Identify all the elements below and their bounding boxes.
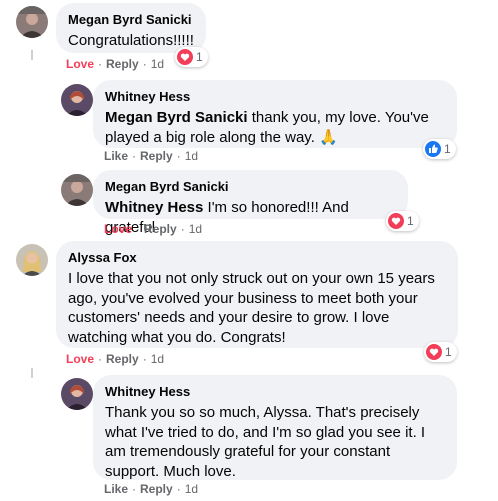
avatar[interactable] bbox=[61, 174, 93, 206]
reply-link[interactable]: Reply bbox=[140, 149, 173, 163]
reaction-count: 1 bbox=[445, 345, 452, 359]
avatar[interactable] bbox=[61, 84, 93, 116]
reply-link[interactable]: Reply bbox=[106, 352, 139, 366]
comment-author[interactable]: Alyssa Fox bbox=[68, 249, 446, 266]
reaction-badge[interactable]: 1 bbox=[386, 211, 419, 231]
reaction-count: 1 bbox=[196, 50, 203, 64]
comment-author[interactable]: Whitney Hess bbox=[105, 88, 445, 105]
like-link[interactable]: Like bbox=[104, 482, 128, 496]
comment-author[interactable]: Megan Byrd Sanicki bbox=[105, 178, 396, 195]
mention-link[interactable]: Whitney Hess bbox=[105, 199, 203, 216]
comment-text: I love that you not only struck out on y… bbox=[68, 270, 435, 346]
comment-actions: Like · Reply · 1d bbox=[104, 149, 199, 163]
comment-bubble: Megan Byrd Sanicki Whitney Hess I'm so h… bbox=[93, 170, 408, 236]
comment-text: Congratulations!!!!! bbox=[68, 32, 194, 49]
like-link[interactable]: Like bbox=[104, 149, 128, 163]
avatar[interactable] bbox=[16, 244, 48, 276]
reaction-count: 1 bbox=[444, 142, 451, 156]
love-link[interactable]: Love bbox=[104, 222, 132, 236]
heart-reaction-icon bbox=[426, 344, 442, 360]
comment-bubble: Whitney Hess Thank you so so much, Alyss… bbox=[93, 375, 457, 480]
heart-reaction-icon bbox=[177, 49, 193, 65]
reaction-badge[interactable]: 1 bbox=[423, 139, 456, 159]
timestamp[interactable]: 1d bbox=[185, 482, 198, 496]
like-reaction-icon bbox=[425, 141, 441, 157]
reaction-badge[interactable]: 1 bbox=[424, 342, 457, 362]
reply-link[interactable]: Reply bbox=[144, 222, 177, 236]
timestamp[interactable]: 1d bbox=[185, 149, 198, 163]
comment-author[interactable]: Megan Byrd Sanicki bbox=[68, 11, 194, 28]
avatar[interactable] bbox=[61, 378, 93, 410]
comment-text: Megan Byrd Sanicki thank you, my love. Y… bbox=[105, 109, 429, 146]
mention-link[interactable]: Megan Byrd Sanicki bbox=[105, 109, 248, 126]
comment-author[interactable]: Whitney Hess bbox=[105, 383, 445, 400]
comment-text: Thank you so so much, Alyssa. That's pre… bbox=[105, 404, 426, 480]
timestamp[interactable]: 1d bbox=[151, 57, 164, 71]
timestamp[interactable]: 1d bbox=[151, 352, 164, 366]
comment-bubble: Whitney Hess Megan Byrd Sanicki thank yo… bbox=[93, 80, 457, 148]
thread-line bbox=[31, 368, 33, 378]
love-link[interactable]: Love bbox=[66, 352, 94, 366]
comment-actions: Love · Reply · 1d bbox=[104, 222, 203, 236]
comment-actions: Like · Reply · 1d bbox=[104, 482, 199, 496]
comment-actions: Love · Reply · 1d bbox=[66, 352, 165, 366]
love-link[interactable]: Love bbox=[66, 57, 94, 71]
heart-reaction-icon bbox=[388, 213, 404, 229]
comment-actions: Love · Reply · 1d bbox=[66, 57, 165, 71]
comment-bubble: Alyssa Fox I love that you not only stru… bbox=[56, 241, 458, 348]
reaction-badge[interactable]: 1 bbox=[175, 47, 208, 67]
reply-link[interactable]: Reply bbox=[106, 57, 139, 71]
thread-line bbox=[31, 50, 33, 60]
comment-bubble: Megan Byrd Sanicki Congratulations!!!!! bbox=[56, 3, 206, 53]
reply-link[interactable]: Reply bbox=[140, 482, 173, 496]
avatar[interactable] bbox=[16, 6, 48, 38]
reaction-count: 1 bbox=[407, 214, 414, 228]
timestamp[interactable]: 1d bbox=[189, 222, 202, 236]
